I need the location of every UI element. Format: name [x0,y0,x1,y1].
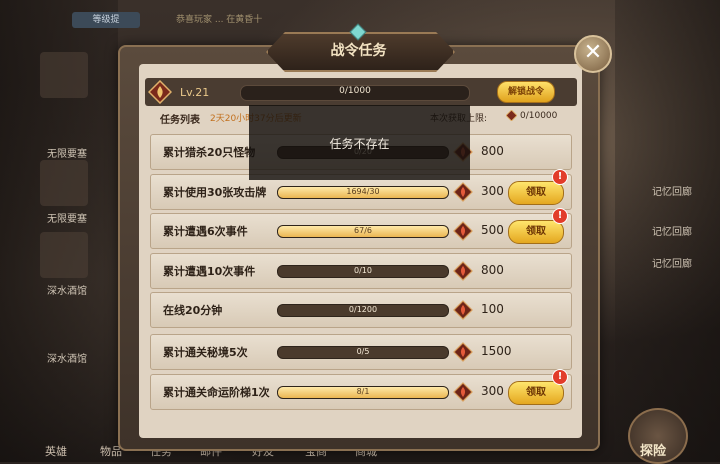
task-progress-text: 8/1 [356,387,370,396]
sidebar-item[interactable]: 无限要塞 [32,145,102,160]
task-reward: 300 [481,184,504,198]
level-emblem-icon [148,80,172,104]
fire-gem-icon [453,221,473,241]
fire-gem-icon [453,261,473,281]
task-row: 累计通关秘境5次 0/5 1500 [150,334,572,370]
right-item[interactable]: 记忆回廊 [652,223,692,238]
task-name: 在线20分钟 [163,304,223,317]
exp-text: 0/1000 [339,86,371,96]
task-name: 累计使用30张攻击牌 [163,186,267,199]
level-chip[interactable]: 等级提 [72,12,140,28]
task-row: 累计通关命运阶梯1次 8/1 300 领取! [150,369,572,410]
toast-message: 任务不存在 [329,137,390,151]
alert-badge-icon: ! [552,208,568,224]
explore-label: 探险 [640,444,667,459]
sidebar-thumb [40,52,88,98]
task-progress-text: 0/5 [356,347,370,356]
task-progress-text: 1694/30 [346,187,380,196]
task-reward: 800 [481,144,504,158]
task-progress-text: 0/10 [354,266,372,275]
task-reward: 500 [481,223,504,237]
task-progress-text: 0/1200 [348,305,378,314]
cap-value: 0/10000 [520,111,558,121]
task-row: 累计遭遇10次事件 0/10 800 [150,253,572,289]
sidebar-thumb [40,232,88,278]
right-item[interactable]: 记忆回廊 [652,255,692,270]
dialog-title: 战令任务 [330,43,387,59]
task-list-label: 任务列表 [160,115,200,126]
sidebar-item[interactable]: 深水酒馆 [32,350,102,365]
claim-button[interactable]: 领取 [508,220,564,244]
sidebar-thumb [40,160,88,206]
sidebar-item[interactable]: 无限要塞 [32,210,102,225]
fire-gem-icon [453,182,473,202]
task-name: 累计遭遇6次事件 [163,225,248,238]
task-name: 累计通关秘境5次 [163,346,248,359]
right-item[interactable]: 记忆回廊 [652,183,692,198]
task-row: 在线20分钟 0/1200 100 [150,292,572,328]
alert-badge-icon: ! [552,169,568,185]
task-name: 累计通关命运阶梯1次 [163,386,270,399]
unlock-battle-pass-button[interactable]: 解锁战令 [497,81,555,103]
claim-button[interactable]: 领取 [508,181,564,205]
news-ticker: 恭喜玩家 ... 在黄昏十 [176,15,263,25]
task-row: 累计遭遇6次事件 67/6 500 领取! [150,208,572,249]
close-icon: ✕ [583,40,603,65]
fire-gem-icon [453,382,473,402]
task-reward: 300 [481,384,504,398]
close-button[interactable]: ✕ [574,35,612,73]
nav-heroes[interactable]: 英雄 [45,443,67,459]
task-reward: 1500 [481,344,512,358]
sidebar-item[interactable]: 深水酒馆 [32,282,102,297]
fire-gem-icon [506,110,517,121]
task-reward: 800 [481,263,504,277]
fire-gem-icon [453,342,473,362]
task-name: 累计遭遇10次事件 [163,265,256,278]
task-reward: 100 [481,302,504,316]
claim-button[interactable]: 领取 [508,381,564,405]
fire-gem-icon [453,300,473,320]
level-text: Lv.21 [180,86,210,99]
alert-badge-icon: ! [552,369,568,385]
task-name: 累计猎杀20只怪物 [163,146,256,159]
task-progress-text: 67/6 [354,226,372,235]
